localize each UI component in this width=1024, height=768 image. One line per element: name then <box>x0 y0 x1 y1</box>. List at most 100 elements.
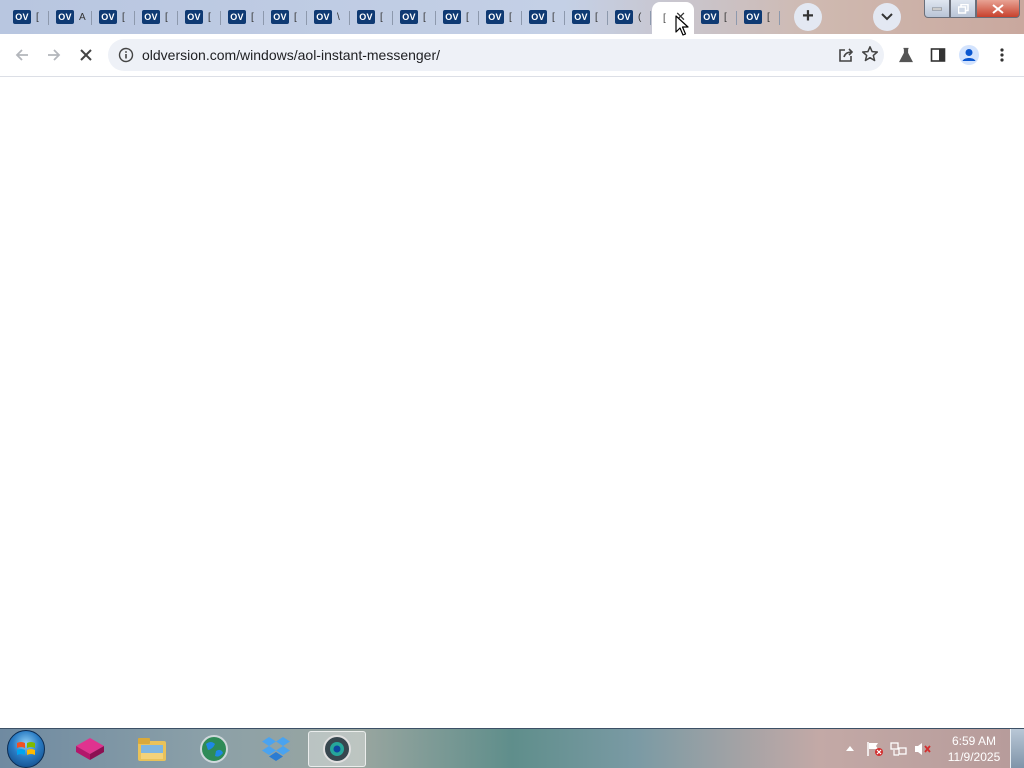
tab-search-button[interactable] <box>873 3 901 31</box>
extension-button[interactable] <box>894 43 918 67</box>
minimize-button[interactable] <box>924 0 950 18</box>
oldversion-favicon-icon: OV <box>13 10 31 24</box>
chevron-down-icon <box>881 13 893 21</box>
tab-title: [ <box>165 11 168 23</box>
oldversion-favicon-icon: OV <box>615 10 633 24</box>
file-explorer-icon <box>138 738 166 761</box>
tab[interactable]: OV [ <box>179 2 221 32</box>
window-controls <box>924 0 1020 18</box>
tab-title: [ <box>595 11 598 23</box>
tab[interactable]: OV A <box>50 2 92 32</box>
oldversion-favicon-icon: OV <box>572 10 590 24</box>
flask-icon <box>899 47 913 63</box>
tab-title: [ <box>208 11 211 23</box>
restore-icon <box>957 3 969 14</box>
page-viewport <box>0 77 1024 728</box>
network-icon[interactable] <box>890 741 908 757</box>
tab[interactable]: OV \ <box>308 2 350 32</box>
browser-toolbar: oldversion.com/windows/aol-instant-messe… <box>0 34 1024 77</box>
tab[interactable]: OV [ <box>480 2 522 32</box>
show-hidden-icons-arrow-icon[interactable] <box>846 745 854 751</box>
tab-title: \ <box>337 11 340 23</box>
tab-title: ( <box>638 11 642 23</box>
oldversion-favicon-icon: OV <box>529 10 547 24</box>
oldversion-favicon-icon: OV <box>443 10 461 24</box>
oldversion-favicon-icon: OV <box>400 10 418 24</box>
tab[interactable]: OV [ <box>93 2 135 32</box>
close-window-button[interactable] <box>976 0 1020 18</box>
oldversion-favicon-icon: OV <box>99 10 117 24</box>
tab-title: [ <box>663 12 666 24</box>
forward-arrow-icon <box>48 49 61 61</box>
tab[interactable]: OV [ <box>351 2 393 32</box>
tab-title: [ <box>552 11 555 23</box>
close-icon <box>992 3 1004 14</box>
address-bar[interactable]: oldversion.com/windows/aol-instant-messe… <box>108 39 884 71</box>
tab-title: [ <box>423 11 426 23</box>
tab-title: [ <box>122 11 125 23</box>
tab[interactable]: OV [ <box>7 2 49 32</box>
clock-date: 11/9/2025 <box>947 750 1001 764</box>
tab[interactable]: OV ( <box>609 2 651 32</box>
close-tab-icon[interactable]: ✕ <box>675 10 686 23</box>
site-info-icon[interactable] <box>118 47 134 63</box>
windows-taskbar: 6:59 AM 11/9/2025 <box>0 728 1024 768</box>
oldversion-favicon-icon: OV <box>56 10 74 24</box>
tab[interactable]: OV [ <box>523 2 565 32</box>
side-panel-icon <box>930 48 946 62</box>
tab[interactable]: OV [ <box>738 2 780 32</box>
tab[interactable]: OV [ <box>437 2 479 32</box>
action-center-flag-icon[interactable] <box>866 741 884 757</box>
stop-loading-button[interactable] <box>74 43 98 67</box>
new-tab-button[interactable]: + <box>794 3 822 31</box>
forward-button[interactable] <box>42 43 66 67</box>
windows-logo-icon <box>17 742 35 755</box>
oldversion-favicon-icon: OV <box>357 10 375 24</box>
tab[interactable]: OV [ <box>566 2 608 32</box>
tab-title: [ <box>466 11 469 23</box>
star-icon[interactable] <box>861 45 879 63</box>
profile-button[interactable] <box>957 43 981 67</box>
browser-menu-button[interactable] <box>990 43 1014 67</box>
tab-title: [ <box>509 11 512 23</box>
taskbar-browser-globe[interactable] <box>186 731 242 767</box>
back-button[interactable] <box>10 43 34 67</box>
dropbox-icon <box>262 737 290 761</box>
stop-loading-icon <box>80 49 92 61</box>
oldversion-favicon-icon: OV <box>314 10 332 24</box>
tab[interactable]: OV [ <box>394 2 436 32</box>
tab-title: [ <box>294 11 297 23</box>
start-button[interactable] <box>7 730 45 768</box>
tab-active[interactable]: [✕ <box>652 2 694 34</box>
taskbar-active-browser[interactable] <box>308 731 366 767</box>
system-clock[interactable]: 6:59 AM 11/9/2025 <box>942 733 1006 765</box>
tab-title: [ <box>251 11 254 23</box>
share-icon[interactable] <box>837 46 855 64</box>
oldversion-favicon-icon: OV <box>744 10 762 24</box>
volume-muted-icon[interactable] <box>914 741 932 757</box>
side-panel-button[interactable] <box>926 43 950 67</box>
tab-title: [ <box>724 11 727 23</box>
oldversion-favicon-icon: OV <box>271 10 289 24</box>
kebab-menu-icon <box>1000 48 1004 62</box>
tab[interactable]: OV [ <box>222 2 264 32</box>
restore-button[interactable] <box>950 0 976 18</box>
tab[interactable]: OV [ <box>695 2 737 32</box>
url-text[interactable]: oldversion.com/windows/aol-instant-messe… <box>142 47 440 63</box>
profile-icon <box>959 45 979 65</box>
tab-title: [ <box>380 11 383 23</box>
plus-icon: + <box>802 5 814 27</box>
oldversion-favicon-icon: OV <box>486 10 504 24</box>
minimize-icon <box>932 7 942 10</box>
taskbar-file-explorer[interactable] <box>124 731 180 767</box>
tab[interactable]: OV [ <box>265 2 307 32</box>
tab-strip: OV[OV A OV[OV[OV[OV[OV[OV \ OV[OV[OV[OV[OV[O… <box>0 0 1024 34</box>
show-desktop-button[interactable] <box>1010 729 1024 768</box>
taskbar-media-app[interactable] <box>62 731 118 767</box>
tab-title: [ <box>767 11 770 23</box>
tab[interactable]: OV [ <box>136 2 178 32</box>
oldversion-favicon-icon: OV <box>228 10 246 24</box>
tab-title: A <box>79 11 86 23</box>
taskbar-dropbox[interactable] <box>248 731 304 767</box>
media-app-icon <box>76 738 104 760</box>
